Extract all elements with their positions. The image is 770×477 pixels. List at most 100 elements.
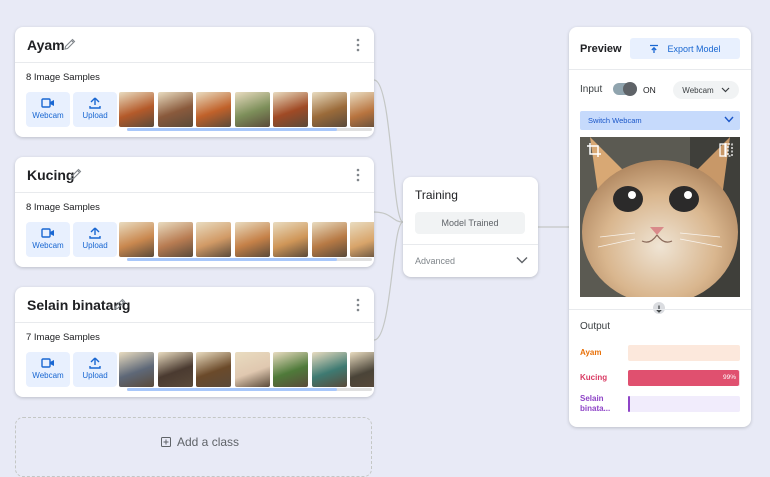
upload-label: Upload — [82, 371, 108, 380]
webcam-label: Webcam — [32, 111, 64, 120]
more-options-icon[interactable] — [356, 168, 360, 182]
sample-thumbnails[interactable] — [119, 222, 374, 257]
sample-thumbnail[interactable] — [196, 352, 231, 387]
preview-title: Preview — [580, 43, 622, 55]
export-model-button[interactable]: Export Model — [630, 38, 740, 59]
input-source-value: Webcam — [682, 85, 714, 95]
webcam-feed — [580, 137, 740, 297]
video-icon — [41, 228, 54, 238]
sample-thumbnail[interactable] — [350, 92, 374, 127]
upload-label: Upload — [82, 241, 108, 250]
flip-icon[interactable] — [719, 143, 733, 157]
sample-thumbnail[interactable] — [234, 92, 270, 127]
toggle-state: ON — [643, 85, 656, 95]
sample-thumbnail[interactable] — [119, 92, 154, 127]
webcam-button[interactable]: Webcam — [26, 92, 70, 127]
arrow-down-icon — [653, 302, 665, 314]
sample-thumbnail[interactable] — [119, 222, 154, 257]
sample-thumbnail[interactable] — [311, 352, 347, 387]
sample-thumbnail[interactable] — [157, 222, 193, 257]
sample-thumbnails[interactable] — [119, 92, 374, 127]
class-name[interactable]: Ayam — [27, 37, 65, 53]
export-icon — [650, 44, 659, 53]
input-source-dropdown[interactable]: Webcam — [673, 81, 739, 99]
webcam-button[interactable]: Webcam — [26, 352, 70, 387]
upload-button[interactable]: Upload — [73, 352, 117, 387]
thumbnail-scrollbar[interactable] — [127, 258, 372, 261]
crop-icon[interactable] — [587, 143, 601, 157]
switch-webcam-dropdown[interactable]: Switch Webcam — [580, 111, 740, 130]
advanced-toggle[interactable]: Advanced — [415, 256, 455, 266]
webcam-button[interactable]: Webcam — [26, 222, 70, 257]
add-box-icon — [161, 437, 171, 447]
sample-thumbnail[interactable] — [196, 92, 231, 127]
input-toggle[interactable] — [613, 82, 637, 96]
class-header: Kucing — [15, 157, 374, 193]
confidence-bar — [628, 396, 740, 412]
sample-thumbnail[interactable] — [119, 352, 154, 387]
input-label: Input — [580, 84, 603, 95]
samples-count: 8 Image Samples — [26, 72, 100, 83]
sample-thumbnail[interactable] — [273, 352, 308, 387]
upload-button[interactable]: Upload — [73, 92, 117, 127]
output-class-label: Kucing — [580, 373, 608, 382]
chevron-down-icon — [724, 116, 734, 123]
samples-count: 7 Image Samples — [26, 332, 100, 343]
sample-thumbnail[interactable] — [350, 352, 374, 387]
class-card: Kucing 8 Image Samples Webcam Upload — [15, 157, 374, 267]
sample-thumbnail[interactable] — [196, 222, 231, 257]
class-header: Selain binatang — [15, 287, 374, 323]
class-name[interactable]: Kucing — [27, 167, 74, 183]
sample-thumbnail[interactable] — [311, 222, 347, 257]
divider — [403, 244, 538, 245]
sample-thumbnail[interactable] — [234, 222, 270, 257]
sample-thumbnail[interactable] — [273, 92, 308, 127]
confidence-bar-fill — [628, 396, 630, 412]
sample-thumbnail[interactable] — [157, 352, 193, 387]
class-card: Selain binatang 7 Image Samples Webcam U… — [15, 287, 374, 397]
webcam-label: Webcam — [32, 241, 64, 250]
preview-panel: Preview Export Model Input ON Webcam Swi… — [569, 27, 751, 427]
video-icon — [41, 358, 54, 368]
sample-thumbnail[interactable] — [311, 92, 347, 127]
switch-webcam-label: Switch Webcam — [588, 116, 642, 125]
upload-icon — [89, 97, 101, 109]
export-model-label: Export Model — [667, 43, 721, 54]
divider — [569, 309, 751, 310]
output-class-label: Selain binata... — [580, 394, 611, 413]
more-options-icon[interactable] — [356, 38, 360, 52]
more-options-icon[interactable] — [356, 298, 360, 312]
output-label: Output — [580, 321, 611, 332]
class-card: Ayam 8 Image Samples Webcam Upload — [15, 27, 374, 137]
sample-thumbnails[interactable] — [119, 352, 374, 387]
add-class-label: Add a class — [177, 435, 240, 449]
training-card: Training Model Trained Advanced — [403, 177, 538, 277]
upload-label: Upload — [82, 111, 108, 120]
confidence-bar — [628, 345, 740, 361]
sample-thumbnail[interactable] — [350, 222, 374, 257]
chevron-down-icon — [721, 87, 730, 93]
upload-button[interactable]: Upload — [73, 222, 117, 257]
kitten-image — [580, 137, 740, 297]
chevron-down-icon[interactable] — [516, 256, 528, 264]
upload-icon — [89, 227, 101, 239]
output-class-label: Ayam — [580, 348, 602, 357]
class-header: Ayam — [15, 27, 374, 63]
sample-thumbnail[interactable] — [234, 352, 270, 387]
confidence-bar: 99% — [628, 370, 740, 386]
thumbnail-scrollbar[interactable] — [127, 388, 372, 391]
confidence-percent: 99% — [722, 374, 736, 381]
add-class-button[interactable]: Add a class — [15, 417, 372, 477]
sample-thumbnail[interactable] — [157, 92, 193, 127]
sample-thumbnail[interactable] — [273, 222, 308, 257]
model-trained-button[interactable]: Model Trained — [415, 212, 525, 234]
divider — [569, 69, 751, 70]
thumbnail-scrollbar[interactable] — [127, 128, 372, 131]
upload-icon — [89, 357, 101, 369]
video-icon — [41, 98, 54, 108]
edit-pencil-icon[interactable] — [113, 297, 127, 311]
training-title: Training — [415, 188, 458, 202]
edit-pencil-icon[interactable] — [63, 37, 77, 51]
webcam-label: Webcam — [32, 371, 64, 380]
edit-pencil-icon[interactable] — [69, 167, 83, 181]
